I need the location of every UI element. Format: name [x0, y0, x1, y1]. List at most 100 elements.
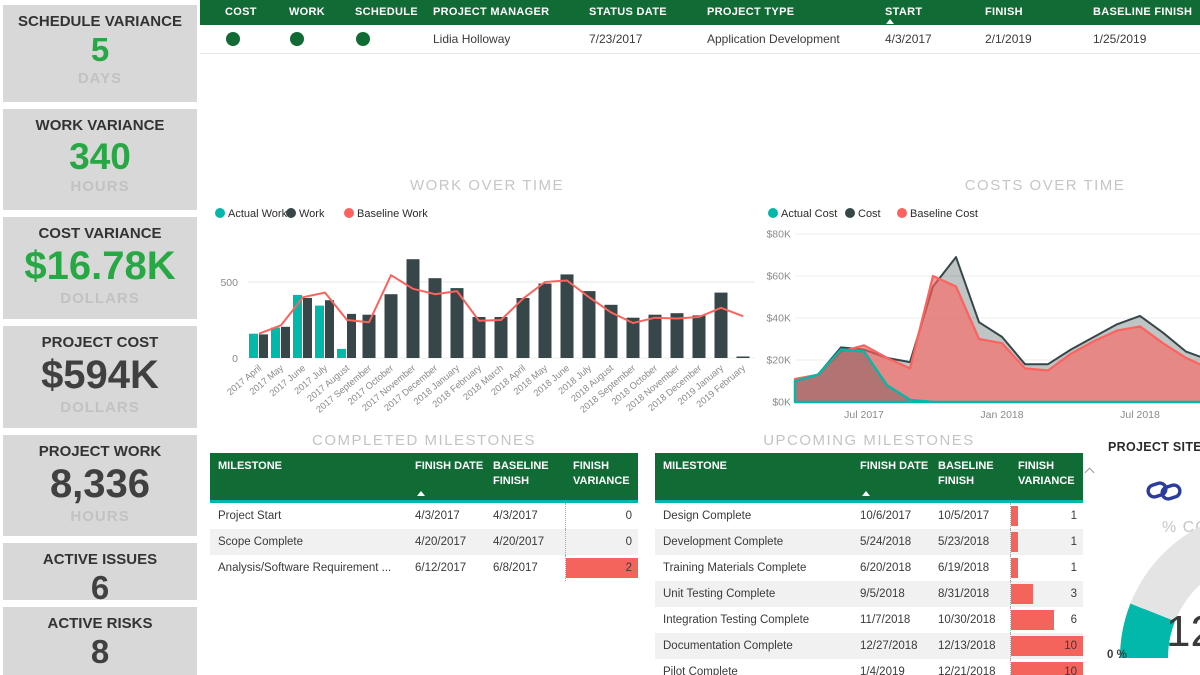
milestone-row[interactable]: Design Complete10/6/201710/5/20171 — [655, 503, 1083, 529]
costs-over-time-chart[interactable]: COSTS OVER TIMEActual CostCostBaseline C… — [765, 172, 1200, 430]
finish-date-value: 11/7/2018 — [852, 614, 930, 626]
kpi-card-cost-variance: COST VARIANCE $16.78K DOLLARS — [3, 217, 197, 319]
legend-item[interactable]: Baseline Cost — [897, 208, 978, 220]
column-header-status-date[interactable]: STATUS DATE — [564, 0, 682, 25]
sort-ascending-icon — [886, 19, 894, 24]
legend-item[interactable]: Baseline Work — [344, 208, 428, 220]
legend-dot — [897, 208, 907, 218]
milestone-name: Pilot Complete — [655, 666, 852, 675]
column-header-finish-date[interactable]: FINISH DATE — [852, 459, 930, 500]
milestone-row[interactable]: Integration Testing Complete11/7/201810/… — [655, 607, 1083, 633]
finish-variance-cell: 0 — [565, 503, 638, 529]
milestone-row[interactable]: Unit Testing Complete9/5/20188/31/20183 — [655, 581, 1083, 607]
kpi-unit: DAYS — [3, 70, 197, 87]
svg-text:$40K: $40K — [766, 313, 791, 325]
baseline-finish-value: 10/30/2018 — [930, 614, 1010, 626]
completed-milestones-table: MILESTONE FINISH DATE BASELINE FINISH FI… — [210, 453, 638, 581]
svg-text:$20K: $20K — [766, 355, 791, 367]
legend-dot — [845, 208, 855, 218]
summary-header-row: COST WORK SCHEDULE PROJECT MANAGER STATU… — [200, 0, 1200, 25]
finish-value: 2/1/2019 — [960, 32, 1068, 46]
milestone-name: Unit Testing Complete — [655, 588, 852, 600]
finish-date-value: 5/24/2018 — [852, 536, 930, 548]
column-header-start[interactable]: START — [860, 0, 960, 25]
finish-date-value: 6/20/2018 — [852, 562, 930, 574]
baseline-finish-value: 12/21/2018 — [930, 666, 1010, 675]
svg-text:Jan 2018: Jan 2018 — [980, 409, 1023, 421]
milestone-row[interactable]: Development Complete5/24/20185/23/20181 — [655, 529, 1083, 555]
kpi-title: PROJECT WORK — [3, 435, 197, 460]
svg-text:Baseline Cost: Baseline Cost — [910, 208, 978, 220]
column-header-work[interactable]: WORK — [264, 0, 330, 25]
baseline-finish-value: 8/31/2018 — [930, 588, 1010, 600]
column-header-finish-variance[interactable]: FINISH VARIANCE — [1010, 459, 1083, 500]
milestone-row[interactable]: Analysis/Software Requirement ...6/12/20… — [210, 555, 638, 581]
finish-variance-cell: 2 — [565, 555, 638, 581]
gauge-fill — [1144, 612, 1153, 658]
column-header-finish-date[interactable]: FINISH DATE — [407, 459, 485, 500]
kpi-unit: HOURS — [3, 178, 197, 195]
column-header-finish[interactable]: FINISH — [960, 0, 1068, 25]
svg-text:Actual Cost: Actual Cost — [781, 208, 837, 220]
panel-title: COMPLETED MILESTONES — [210, 432, 638, 453]
milestone-name: Analysis/Software Requirement ... — [210, 562, 407, 574]
finish-variance-value: 0 — [626, 536, 632, 548]
finish-date-value: 6/12/2017 — [407, 562, 485, 574]
completed-milestones-panel: COMPLETED MILESTONES MILESTONE FINISH DA… — [210, 432, 638, 581]
column-header-baseline-finish[interactable]: BASELINE FINISH — [930, 459, 1010, 500]
summary-data-row[interactable]: Lidia Holloway 7/23/2017 Application Dev… — [200, 25, 1200, 54]
column-header-milestone[interactable]: MILESTONE — [210, 459, 407, 500]
finish-variance-cell: 1 — [1010, 555, 1083, 581]
milestone-name: Integration Testing Complete — [655, 614, 852, 626]
work-over-time-chart[interactable]: WORK OVER TIME Actual WorkWork Baseline Wo… — [210, 172, 762, 430]
legend-item[interactable]: Actual Cost — [768, 208, 837, 220]
kpi-title: WORK VARIANCE — [3, 109, 197, 134]
variance-bar — [1011, 584, 1033, 604]
variance-bar — [1011, 532, 1018, 552]
legend-item[interactable]: Actual Work — [215, 208, 288, 220]
project-type-value: Application Development — [682, 32, 860, 46]
kpi-value: 340 — [3, 136, 197, 177]
column-header-schedule[interactable]: SCHEDULE — [330, 0, 408, 25]
chart-title: WORK OVER TIME — [410, 177, 564, 194]
kpi-card-project-cost: PROJECT COST $594K DOLLARS — [3, 326, 197, 428]
milestone-name: Documentation Complete — [655, 640, 852, 652]
kpi-card-active-risks: ACTIVE RISKS 8 — [3, 607, 197, 675]
milestone-name: Training Materials Complete — [655, 562, 852, 574]
project-manager-value: Lidia Holloway — [408, 32, 564, 46]
dashboard: SCHEDULE VARIANCE 5 DAYS WORK VARIANCE 3… — [0, 0, 1200, 675]
column-header-milestone[interactable]: MILESTONE — [655, 459, 852, 500]
table-scrollbar[interactable] — [1084, 453, 1097, 675]
milestone-row[interactable]: Pilot Complete1/4/201912/21/201810 — [655, 659, 1083, 675]
finish-variance-value: 10 — [1064, 666, 1077, 675]
kpi-value: $594K — [3, 353, 197, 398]
table-body: Project Start4/3/20174/3/20170Scope Comp… — [210, 503, 638, 581]
legend-dot — [286, 208, 296, 218]
sort-ascending-icon — [417, 491, 425, 496]
legend-dot — [344, 208, 354, 218]
milestone-row[interactable]: Scope Complete4/20/20174/20/20170 — [210, 529, 638, 555]
kpi-unit: HOURS — [3, 508, 197, 525]
milestone-row[interactable]: Documentation Complete12/27/201812/13/20… — [655, 633, 1083, 659]
kpi-card-schedule-variance: SCHEDULE VARIANCE 5 DAYS — [3, 5, 197, 102]
milestone-row[interactable]: Training Materials Complete6/20/20186/19… — [655, 555, 1083, 581]
scroll-up-icon[interactable] — [1085, 468, 1095, 478]
column-header-project-manager[interactable]: PROJECT MANAGER — [408, 0, 564, 25]
column-header-project-type[interactable]: PROJECT TYPE — [682, 0, 860, 25]
kpi-value: 8 — [3, 634, 197, 671]
gauge-value: 12 — [1166, 607, 1200, 657]
column-header-baseline-finish[interactable]: BASELINE FINISH — [1068, 0, 1200, 25]
start-value: 4/3/2017 — [860, 32, 960, 46]
column-header-baseline-finish[interactable]: BASELINE FINISH — [485, 459, 565, 500]
gauge-min-label: 0 % — [1107, 649, 1127, 661]
column-header-finish-variance[interactable]: FINISH VARIANCE — [565, 459, 638, 500]
finish-variance-cell: 0 — [565, 529, 638, 555]
legend-item[interactable]: Cost — [845, 208, 881, 220]
milestone-row[interactable]: Project Start4/3/20174/3/20170 — [210, 503, 638, 529]
baseline-finish-value: 6/19/2018 — [930, 562, 1010, 574]
legend-item[interactable]: Work — [286, 208, 325, 220]
svg-text:Jul 2018: Jul 2018 — [1120, 409, 1160, 421]
finish-variance-cell: 10 — [1010, 659, 1083, 675]
kpi-title: ACTIVE ISSUES — [3, 543, 197, 568]
column-header-cost[interactable]: COST — [200, 0, 264, 25]
